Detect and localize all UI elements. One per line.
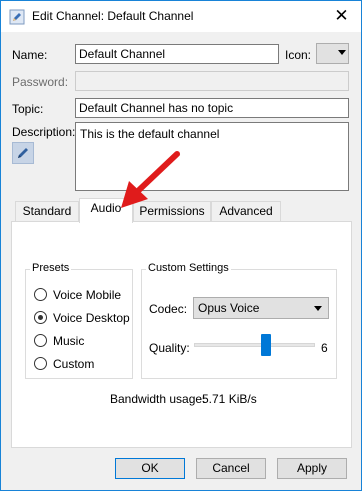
- radio-selected-dot: [38, 315, 43, 320]
- apply-button[interactable]: Apply: [277, 458, 347, 479]
- radio-custom[interactable]: [34, 357, 47, 370]
- edit-channel-dialog: Edit Channel: Default Channel ✕ Name: De…: [0, 0, 362, 491]
- chevron-down-icon: [314, 306, 322, 311]
- radio-music[interactable]: [34, 334, 47, 347]
- custom-settings-group: [141, 269, 337, 379]
- icon-label: Icon:: [285, 48, 312, 62]
- tab-standard[interactable]: Standard: [15, 201, 79, 222]
- presets-title: Presets: [30, 262, 72, 274]
- quality-value: 6: [321, 341, 328, 355]
- topic-label: Topic:: [12, 102, 44, 116]
- radio-custom-label[interactable]: Custom: [53, 357, 94, 371]
- codec-select[interactable]: Opus Voice: [193, 297, 329, 319]
- cancel-button-label: Cancel: [212, 461, 250, 475]
- custom-settings-title: Custom Settings: [146, 262, 231, 274]
- quality-slider-track[interactable]: [194, 343, 315, 347]
- description-label: Description:: [12, 125, 76, 139]
- pencil-icon: [9, 9, 25, 25]
- window-title: Edit Channel: Default Channel: [32, 9, 194, 23]
- name-label: Name:: [12, 48, 48, 62]
- radio-voice-desktop[interactable]: [34, 311, 47, 324]
- codec-value: Opus Voice: [198, 301, 260, 315]
- topic-field[interactable]: Default Channel has no topic: [75, 98, 349, 118]
- radio-voice-mobile-label[interactable]: Voice Mobile: [53, 288, 121, 302]
- password-label: Password:: [12, 75, 69, 89]
- bandwidth-value: 5.71 KiB/s: [202, 392, 257, 406]
- quality-slider-thumb[interactable]: [260, 334, 271, 356]
- radio-voice-desktop-label[interactable]: Voice Desktop: [53, 311, 130, 325]
- tab-permissions[interactable]: Permissions: [133, 201, 211, 222]
- bandwidth-label: Bandwidth usage:: [110, 392, 206, 406]
- tab-advanced[interactable]: Advanced: [211, 201, 281, 222]
- icon-select[interactable]: [316, 43, 349, 64]
- close-button[interactable]: ✕: [323, 2, 360, 31]
- chevron-down-icon: [338, 50, 346, 55]
- ok-button-label: OK: [141, 461, 159, 475]
- radio-music-label[interactable]: Music: [53, 334, 84, 348]
- close-icon: ✕: [334, 6, 349, 25]
- apply-button-label: Apply: [296, 461, 328, 475]
- tab-audio[interactable]: Audio: [79, 198, 133, 223]
- quality-label: Quality:: [149, 341, 190, 355]
- title-bar: Edit Channel: Default Channel ✕: [1, 1, 361, 32]
- cancel-button[interactable]: Cancel: [196, 458, 266, 479]
- radio-voice-mobile[interactable]: [34, 288, 47, 301]
- password-field[interactable]: [75, 71, 349, 91]
- edit-description-button[interactable]: [12, 142, 34, 164]
- description-field[interactable]: This is the default channel: [75, 122, 349, 191]
- icon-swatch: [318, 45, 336, 62]
- name-field[interactable]: Default Channel: [75, 44, 279, 64]
- ok-button[interactable]: OK: [115, 458, 185, 479]
- pen-icon: [18, 148, 28, 158]
- codec-label: Codec:: [149, 302, 188, 316]
